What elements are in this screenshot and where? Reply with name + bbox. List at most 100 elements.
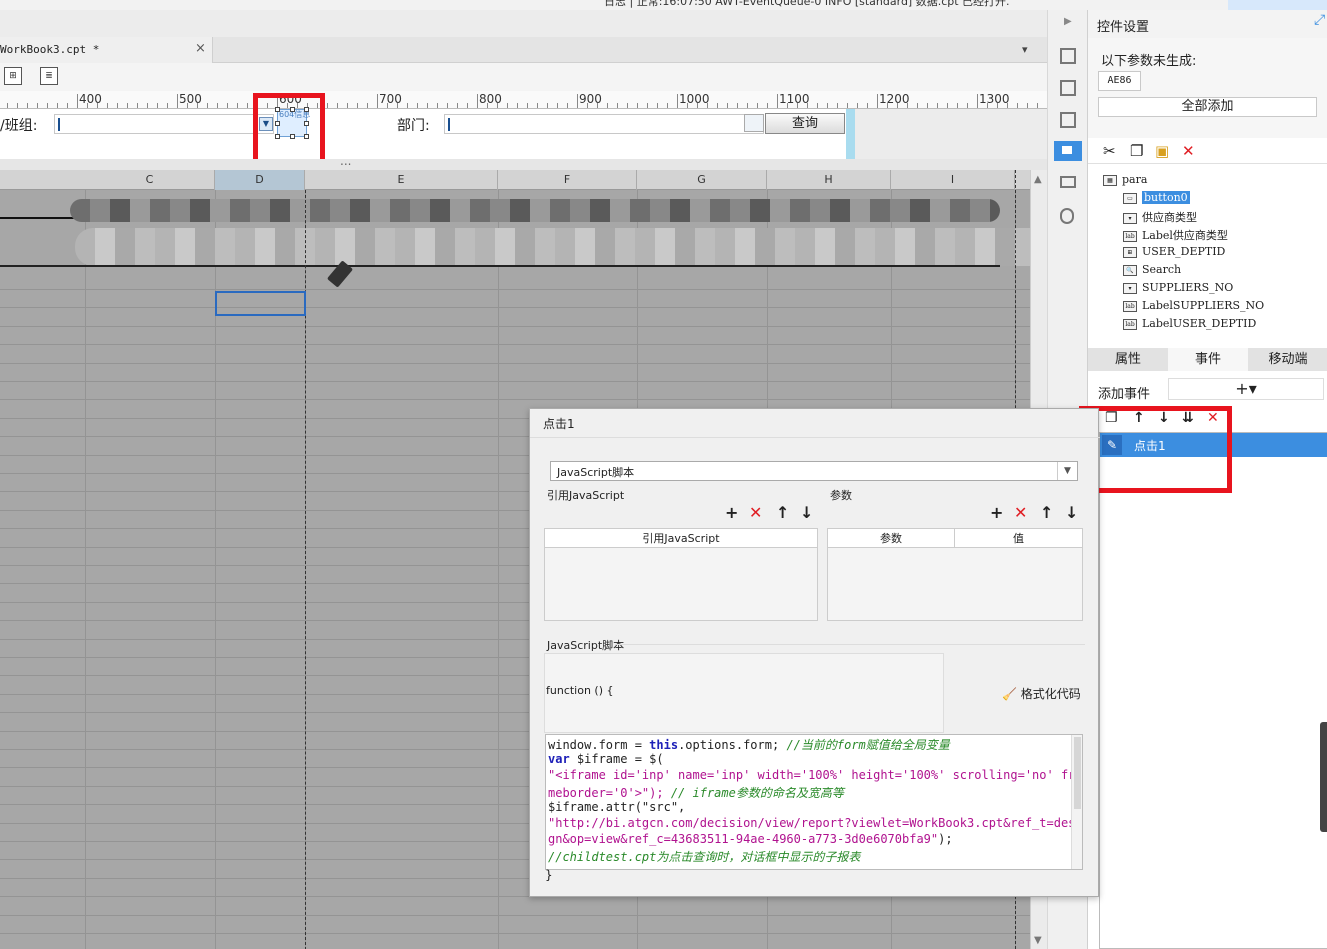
code-line: var $iframe = $(: [548, 752, 664, 766]
pane-splitter[interactable]: ...: [0, 154, 1047, 170]
panel-header: 控件设置 ⤢: [1088, 10, 1327, 38]
dept-picker-icon[interactable]: [744, 114, 764, 132]
code-scrollbar[interactable]: [1071, 735, 1082, 869]
code-token: gn&op=view&ref_c=43683511-94ae-4960-a773…: [548, 832, 939, 846]
format-code-label: 格式化代码: [1020, 687, 1081, 701]
tree-node[interactable]: lab Label供应商类型: [1123, 227, 1228, 243]
ref-js-column-header: 引用JavaScript: [545, 529, 817, 548]
column-header-i[interactable]: I: [891, 170, 1015, 190]
script-type-select[interactable]: JavaScript脚本 ▼: [550, 461, 1078, 481]
tree-node[interactable]: ▾ SUPPLIERS_NO: [1123, 281, 1233, 294]
ref-js-table[interactable]: 引用JavaScript: [544, 528, 818, 621]
copy-icon[interactable]: ❐: [1130, 142, 1143, 160]
event-list: ✎ 点击1: [1099, 432, 1327, 949]
team-combo[interactable]: [54, 114, 274, 134]
tree-node[interactable]: 🔍 Search: [1123, 263, 1181, 276]
tree-node[interactable]: ▦ para: [1103, 173, 1147, 186]
cut-icon[interactable]: ✂: [1103, 142, 1116, 160]
border-line: [0, 217, 75, 219]
tree-node[interactable]: lab LabelSUPPLIERS_NO: [1123, 299, 1264, 312]
param-up-icon[interactable]: ↑: [1040, 503, 1053, 522]
form-layout-icon[interactable]: [1060, 48, 1076, 64]
widget-settings-icon[interactable]: [1054, 141, 1082, 161]
remove-param-icon[interactable]: ✕: [1014, 503, 1027, 522]
status-bar: 日志 | 正常:16:07:50 AWT-EventQueue-0 INFO […: [0, 0, 1047, 10]
edge-handle[interactable]: [1320, 722, 1327, 832]
link-icon[interactable]: [1060, 208, 1074, 224]
top-right-tab[interactable]: [1228, 0, 1327, 10]
divider: [615, 644, 1085, 645]
tree-node-label: LabelUSER_DEPTID: [1142, 317, 1257, 330]
code-editor[interactable]: window.form = this.options.form; //当前的fo…: [545, 734, 1083, 870]
dept-tree-combo[interactable]: [444, 114, 764, 134]
params-table[interactable]: 参数 值: [827, 528, 1083, 621]
function-label: function () {: [546, 684, 614, 697]
property-tabs: 属性 事件 移动端: [1088, 348, 1327, 371]
add-all-button[interactable]: 全部添加: [1098, 97, 1317, 117]
search-icon: 🔍: [1123, 264, 1137, 276]
tab-mobile[interactable]: 移动端: [1248, 348, 1327, 371]
column-header-g[interactable]: G: [637, 170, 767, 190]
format-code-button[interactable]: 🧹 格式化代码: [1002, 685, 1081, 702]
scroll-down-icon[interactable]: ▼: [1034, 935, 1042, 946]
column-header-f[interactable]: F: [498, 170, 637, 190]
param-chip[interactable]: AE86: [1098, 71, 1141, 91]
scroll-up-icon[interactable]: ▲: [1034, 174, 1042, 185]
add-event-button[interactable]: +▾: [1168, 378, 1324, 400]
code-token: //当前的form赋值给全局变量: [786, 738, 950, 752]
layout-icon[interactable]: ≣: [40, 67, 58, 85]
collapse-icon[interactable]: ⤢: [1314, 12, 1325, 28]
frame-icon[interactable]: [1060, 112, 1076, 128]
splitter-dots: ...: [340, 154, 352, 168]
params-hint: 以下参数未生成:: [1101, 54, 1197, 69]
tree-node[interactable]: lab LabelUSER_DEPTID: [1123, 317, 1256, 330]
column-header-d[interactable]: D: [215, 170, 305, 190]
broom-icon: 🧹: [1002, 687, 1017, 701]
tab-events[interactable]: 事件: [1168, 348, 1248, 371]
query-button[interactable]: 查询: [765, 113, 845, 134]
column-header-e[interactable]: E: [305, 170, 498, 190]
delete-icon[interactable]: ✕: [1182, 142, 1195, 160]
add-event-row: 添加事件 +▾: [1088, 374, 1327, 406]
condition-icon[interactable]: [1060, 176, 1076, 188]
expand-icon[interactable]: ▶: [1064, 16, 1072, 27]
value-column-header: 值: [955, 529, 1082, 548]
status-log: 日志 | 正常:16:07:50 AWT-EventQueue-0 INFO […: [604, 0, 1010, 8]
tree-node[interactable]: ▾ 供应商类型: [1123, 209, 1197, 225]
ruler-label: 1000: [679, 92, 710, 106]
ref-js-up-icon[interactable]: ↑: [776, 503, 789, 522]
selected-cell[interactable]: [215, 291, 306, 316]
code-token: // iframe参数的命名及宽高等: [670, 786, 844, 800]
form-icon: ▦: [1103, 174, 1117, 186]
dept-label: 部门:: [397, 118, 430, 134]
add-param-icon[interactable]: +: [990, 503, 1003, 522]
tree-combo-icon: ⊞: [1123, 246, 1137, 258]
tree-node[interactable]: ⊞ USER_DEPTID: [1123, 245, 1225, 258]
tab-list-menu-icon[interactable]: ▾: [1022, 43, 1028, 56]
chevron-down-icon[interactable]: ▼: [1057, 462, 1077, 480]
highlight-box-event: [1079, 406, 1232, 493]
tree-node-label: button0: [1142, 191, 1190, 204]
code-token: );: [938, 832, 953, 846]
divider: [530, 437, 1100, 438]
add-ref-js-icon[interactable]: +: [725, 503, 738, 522]
column-header-h[interactable]: H: [767, 170, 891, 190]
pixelated-title-bar: [70, 199, 1000, 222]
remove-ref-js-icon[interactable]: ✕: [749, 503, 762, 522]
paste-icon[interactable]: ▣: [1155, 142, 1169, 160]
org-chart-icon[interactable]: ⊞: [4, 67, 22, 85]
label-icon: lab: [1123, 230, 1137, 242]
column-header-c[interactable]: C: [85, 170, 215, 190]
param-down-icon[interactable]: ↓: [1065, 503, 1078, 522]
ref-js-down-icon[interactable]: ↓: [800, 503, 813, 522]
tab-properties[interactable]: 属性: [1088, 348, 1168, 371]
combo-icon: ▾: [1123, 212, 1137, 224]
tree-node-label: Label供应商类型: [1142, 229, 1228, 242]
param-pane-resize-bar[interactable]: [846, 109, 855, 159]
tab-close-icon[interactable]: ×: [195, 41, 206, 56]
code-token: "<iframe id='inp' name='inp' width='100%…: [548, 768, 1083, 782]
data-panel-icon[interactable]: [1060, 80, 1076, 96]
column-header: CDEFGHI: [0, 170, 1030, 190]
tab-workbook3[interactable]: WorkBook3.cpt * ×: [0, 37, 213, 63]
tree-node[interactable]: ▭ button0: [1123, 191, 1190, 204]
